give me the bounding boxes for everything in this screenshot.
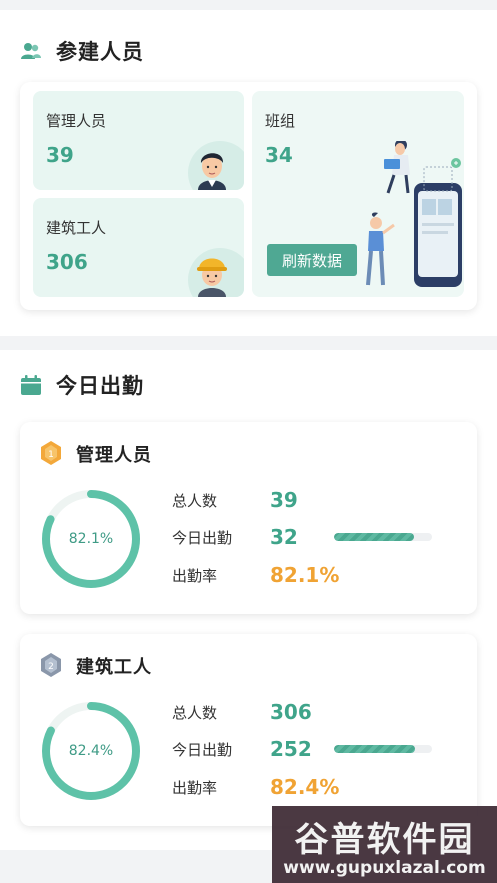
attendance-progress-fill — [334, 745, 415, 753]
managers-tile[interactable]: 管理人员 39 — [33, 91, 244, 190]
attendance-card-managers: 1 管理人员 82.1% 总人数 39 今日出勤 32 出勤率 82.1% — [20, 422, 477, 614]
calendar-icon — [21, 375, 41, 395]
silver-medal-icon: 2 — [41, 653, 61, 677]
attendance-card-workers: 2 建筑工人 82.4% 总人数 306 今日出勤 252 出勤率 82.4% — [20, 634, 477, 826]
attendance-header: 今日出勤 — [20, 370, 144, 400]
personnel-card: 管理人员 39 建筑工人 306 班组 34 刷新数据 — [20, 82, 477, 310]
stat-present: 今日出勤 32 — [172, 523, 432, 551]
personnel-section: 参建人员 管理人员 39 建筑工人 306 班组 34 刷新数据 — [0, 10, 497, 336]
attendance-progress-bar — [334, 533, 432, 541]
teams-tile[interactable]: 班组 34 刷新数据 — [252, 91, 464, 297]
attendance-ring-label: 82.4% — [68, 743, 114, 759]
stat-total-value: 306 — [270, 700, 312, 724]
managers-label: 管理人员 — [46, 112, 107, 130]
watermark-name: 谷普软件园 — [294, 820, 475, 860]
site-watermark: 谷普软件园 www.gupuxlazal.com — [272, 806, 497, 883]
attendance-section: 今日出勤 1 管理人员 82.1% 总人数 39 今日出勤 32 出勤率 82.… — [0, 350, 497, 850]
stat-rate-value: 82.1% — [270, 563, 340, 587]
stat-rate: 出勤率 82.1% — [172, 561, 340, 589]
attendance-card-title: 管理人员 — [76, 445, 152, 466]
stat-total: 总人数 39 — [172, 486, 332, 514]
stat-total: 总人数 306 — [172, 698, 332, 726]
phone-illustration-icon — [366, 141, 462, 287]
workers-count: 306 — [46, 250, 88, 274]
stat-total-label: 总人数 — [172, 491, 218, 510]
manager-avatar-icon — [188, 141, 244, 190]
stat-rate-value: 82.4% — [270, 775, 340, 799]
stat-present: 今日出勤 252 — [172, 735, 432, 763]
personnel-header: 参建人员 — [20, 36, 144, 66]
watermark-url: www.gupuxlazal.com — [283, 858, 486, 878]
personnel-title: 参建人员 — [56, 40, 144, 64]
attendance-progress-fill — [334, 533, 415, 541]
attendance-progress-bar — [334, 745, 432, 753]
refresh-data-button[interactable]: 刷新数据 — [267, 244, 357, 276]
attendance-ring-label: 82.1% — [68, 531, 114, 547]
people-icon — [21, 43, 41, 59]
gold-medal-icon: 1 — [41, 441, 61, 465]
medal-number: 1 — [48, 450, 54, 460]
teams-count: 34 — [265, 143, 293, 167]
stat-rate: 出勤率 82.4% — [172, 773, 340, 801]
medal-number: 2 — [48, 662, 54, 672]
worker-avatar-icon — [188, 248, 244, 297]
stat-total-label: 总人数 — [172, 703, 218, 722]
attendance-card-title: 建筑工人 — [76, 657, 152, 678]
stat-total-value: 39 — [270, 488, 298, 512]
stat-rate-label: 出勤率 — [172, 566, 218, 585]
workers-tile[interactable]: 建筑工人 306 — [33, 198, 244, 297]
stat-present-value: 252 — [270, 737, 312, 761]
managers-count: 39 — [46, 143, 74, 167]
stat-present-label: 今日出勤 — [172, 528, 233, 547]
teams-label: 班组 — [265, 112, 296, 130]
stat-present-label: 今日出勤 — [172, 740, 233, 759]
stat-rate-label: 出勤率 — [172, 778, 218, 797]
attendance-title: 今日出勤 — [56, 374, 144, 398]
stat-present-value: 32 — [270, 525, 298, 549]
workers-label: 建筑工人 — [46, 219, 107, 237]
